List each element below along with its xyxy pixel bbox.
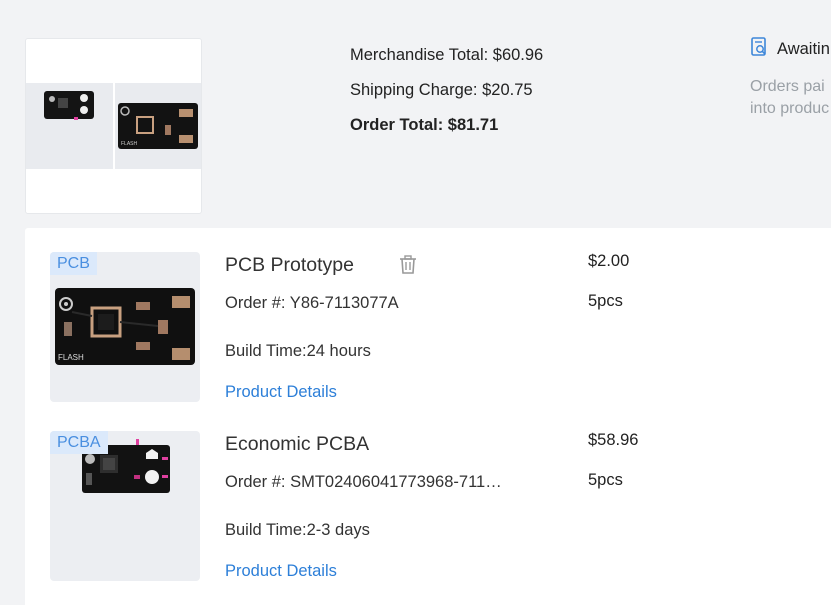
- document-search-icon: [750, 36, 769, 62]
- product-quantity: 5pcs: [588, 292, 623, 310]
- order-status: Awaitin Orders pai into produc: [750, 36, 831, 120]
- build-time: Build Time:24 hours: [225, 342, 371, 360]
- pcb-thumbnail-image: FLASH: [117, 103, 198, 149]
- order-total: Order Total: $81.71: [350, 116, 499, 134]
- product-type-tag: PCB: [50, 252, 97, 275]
- product-details-link[interactable]: Product Details: [225, 383, 337, 402]
- product-image[interactable]: PCBA: [50, 431, 200, 581]
- status-description: Orders pai into produc: [750, 76, 831, 120]
- status-desc-line1: Orders pai: [750, 78, 825, 95]
- product-details-link[interactable]: Product Details: [225, 562, 337, 581]
- product-price: $58.96: [588, 431, 639, 449]
- order-items: FLASH PCB PCB Prototype Order #: Y86-711…: [25, 228, 831, 605]
- product-type-tag: PCBA: [50, 431, 108, 454]
- product-title: PCB Prototype: [225, 254, 354, 276]
- order-number: Order #: Y86-7113077A: [225, 294, 399, 312]
- product-image[interactable]: FLASH PCB: [50, 252, 200, 402]
- order-totals: Merchandise Total: $60.96 Shipping Charg…: [350, 38, 543, 143]
- thumbnail-pcb[interactable]: FLASH: [114, 83, 201, 169]
- status-title-row: Awaitin: [750, 36, 831, 62]
- svg-text:FLASH: FLASH: [58, 353, 84, 362]
- build-time: Build Time:2-3 days: [225, 521, 370, 539]
- trash-icon[interactable]: [397, 254, 419, 276]
- merchandise-total: Merchandise Total: $60.96: [350, 46, 544, 64]
- product-title: Economic PCBA: [225, 433, 370, 455]
- status-title: Awaitin: [777, 39, 830, 58]
- pcba-thumbnail-image: [44, 91, 94, 120]
- order-number: Order #: SMT02406041773968-711…: [225, 473, 502, 491]
- product-quantity: 5pcs: [588, 471, 623, 489]
- svg-text:FLASH: FLASH: [121, 141, 138, 147]
- product-price: $2.00: [588, 252, 630, 270]
- thumbnail-strip: FLASH: [26, 83, 201, 169]
- thumbnail-pcba[interactable]: [26, 83, 113, 169]
- status-desc-line2: into produc: [750, 100, 830, 117]
- order-thumbnails: FLASH: [25, 38, 202, 214]
- shipping-charge: Shipping Charge: $20.75: [350, 81, 533, 99]
